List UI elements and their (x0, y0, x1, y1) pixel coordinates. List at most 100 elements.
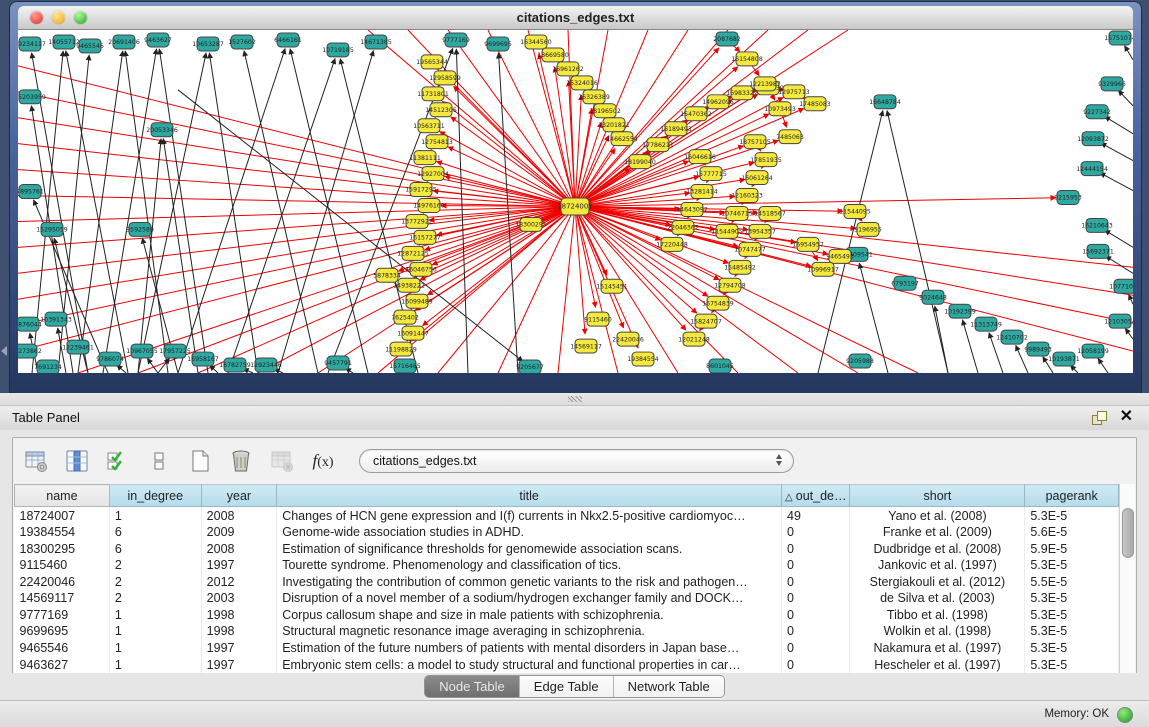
red-edge[interactable] (575, 67, 738, 207)
table-cell[interactable]: 0 (782, 557, 850, 574)
table-cell[interactable]: 2008 (201, 540, 277, 557)
graph-node[interactable]: 6466161 (274, 33, 302, 47)
close-panel-icon[interactable]: ✕ (1120, 408, 1133, 426)
table-cell[interactable]: 1 (109, 640, 201, 657)
table-cell[interactable]: Estimation of significance thresholds fo… (277, 540, 782, 557)
table-cell[interactable]: Stergiakouli et al. (2012) (850, 574, 1025, 591)
graph-node[interactable]: 16046616 (684, 150, 716, 164)
red-edge[interactable] (575, 162, 754, 206)
table-cell[interactable]: Yano et al. (2008) (850, 507, 1025, 524)
graph-node[interactable]: 13954357 (744, 224, 776, 238)
table-cell[interactable]: 1997 (201, 640, 277, 657)
graph-node[interactable]: 14569117 (570, 339, 602, 353)
graph-node[interactable]: 12794708 (714, 278, 746, 292)
table-cell[interactable]: 14569117 (15, 590, 110, 607)
graph-node[interactable]: 12927004 (417, 167, 449, 181)
red-edge[interactable] (451, 117, 575, 207)
graph-node[interactable]: 15470362 (680, 107, 712, 121)
graph-node[interactable]: 16046756 (405, 262, 437, 276)
graph-node[interactable]: 11381111 (409, 151, 441, 165)
tab-network-table[interactable]: Network Table (614, 676, 724, 697)
table-row[interactable]: 1830029562008Estimation of significance … (15, 540, 1119, 557)
black-edge[interactable] (290, 49, 368, 373)
graph-node[interactable]: 9989493 (1024, 342, 1052, 356)
graph-node[interactable]: 14055712 (48, 35, 80, 49)
graph-node[interactable]: 12923446 (250, 358, 282, 372)
table-cell[interactable]: 2 (109, 574, 201, 591)
table-cell[interactable]: Investigating the contribution of common… (277, 574, 782, 591)
citation-network-graph[interactable]: 1923411714055712946554620691406946362710… (18, 30, 1133, 373)
table-cell[interactable]: 5.3E-5 (1025, 507, 1119, 524)
graph-node[interactable]: 12093872 (1077, 132, 1109, 146)
graph-node[interactable]: 11313749 (970, 317, 1002, 331)
graph-node[interactable]: 10192399 (944, 304, 976, 318)
table-cell[interactable]: 2008 (201, 507, 277, 524)
graph-node[interactable]: 9215953 (1054, 191, 1082, 205)
column-header-title[interactable]: title (277, 485, 782, 507)
red-edge[interactable] (18, 66, 575, 207)
table-cell[interactable]: 9777169 (15, 607, 110, 624)
red-edge[interactable] (454, 86, 575, 206)
graph-node[interactable]: 10967055 (126, 344, 158, 358)
black-edge[interactable] (1129, 294, 1133, 304)
graph-node[interactable]: 10391343 (40, 312, 72, 326)
black-edge[interactable] (935, 306, 948, 373)
table-settings-icon[interactable] (23, 448, 49, 474)
graph-node[interactable]: 9786074 (96, 352, 124, 366)
graph-node[interactable]: 25203959 (18, 90, 46, 104)
graph-node[interactable]: 10747477 (734, 242, 766, 256)
graph-node[interactable]: 18724007 (557, 198, 593, 215)
table-row[interactable]: 946362711997Embryonic stem cells: a mode… (15, 656, 1119, 673)
table-cell[interactable]: Genome-wide association studies in ADHD. (277, 524, 782, 541)
black-edge[interactable] (1100, 173, 1133, 191)
graph-node[interactable]: 19384554 (627, 352, 659, 366)
graph-node[interactable]: 16157277 (409, 230, 441, 244)
table-cell[interactable]: 6 (109, 540, 201, 557)
graph-node[interactable]: 16782759 (219, 358, 251, 372)
red-edge[interactable] (410, 206, 575, 341)
graph-node[interactable]: 16344560 (520, 35, 552, 49)
graph-node[interactable]: 16954957 (792, 237, 824, 251)
table-cell[interactable]: 0 (782, 590, 850, 607)
graph-node[interactable]: 16958167 (187, 352, 219, 366)
table-cell[interactable]: 0 (782, 540, 850, 557)
graph-node[interactable]: 22420046 (612, 332, 644, 346)
table-row[interactable]: 1456911722003Disruption of a novel membe… (15, 590, 1119, 607)
graph-node[interactable]: 10719185 (322, 43, 354, 57)
row-height-icon[interactable] (146, 448, 172, 474)
function-builder-icon[interactable]: f(x) (310, 448, 336, 474)
graph-node[interactable]: 12872125 (397, 246, 429, 260)
column-header-in_degree[interactable]: in_degree (109, 485, 201, 507)
graph-node[interactable]: 15692371 (1082, 244, 1114, 258)
graph-node[interactable]: 11731801 (417, 87, 449, 101)
graph-node[interactable]: 11544095 (839, 204, 871, 218)
table-cell[interactable]: Wolkin et al. (1998) (850, 623, 1025, 640)
graph-node[interactable]: 12754813 (421, 135, 453, 149)
graph-node[interactable]: 17851935 (750, 153, 782, 167)
graph-node[interactable]: 18300295 (515, 217, 547, 231)
graph-node[interactable]: 18669580 (537, 48, 569, 62)
table-cell[interactable]: 2012 (201, 574, 277, 591)
red-edge[interactable] (18, 206, 575, 247)
graph-node[interactable]: 16754839 (702, 296, 734, 310)
table-cell[interactable]: Embryonic stem cells: a model to study s… (277, 656, 782, 673)
black-edge[interactable] (178, 48, 285, 373)
graph-node[interactable]: 10193871 (1048, 352, 1080, 366)
table-cell[interactable]: Hescheler et al. (1997) (850, 656, 1025, 673)
tab-edge-table[interactable]: Edge Table (520, 676, 614, 697)
table-cell[interactable]: Tourette syndrome. Phenomenology and cla… (277, 557, 782, 574)
graph-node[interactable]: 22046362 (667, 220, 699, 234)
table-cell[interactable]: 1 (109, 507, 201, 524)
create-table-icon[interactable] (187, 448, 213, 474)
graph-node[interactable]: 9592589 (126, 222, 154, 236)
table-cell[interactable]: 5.3E-5 (1025, 557, 1119, 574)
graph-node[interactable]: 5878334 (373, 268, 401, 282)
table-cell[interactable]: 0 (782, 656, 850, 673)
column-header-year[interactable]: year (201, 485, 277, 507)
table-row[interactable]: 946554611997Estimation of the future num… (15, 640, 1119, 657)
table-cell[interactable]: Structural magnetic resonance image aver… (277, 623, 782, 640)
graph-node[interactable]: 12058199 (1077, 344, 1109, 358)
graph-node[interactable]: 16061264 (741, 171, 773, 185)
black-edge[interactable] (125, 51, 168, 373)
graph-node[interactable]: 7895761 (18, 185, 44, 199)
